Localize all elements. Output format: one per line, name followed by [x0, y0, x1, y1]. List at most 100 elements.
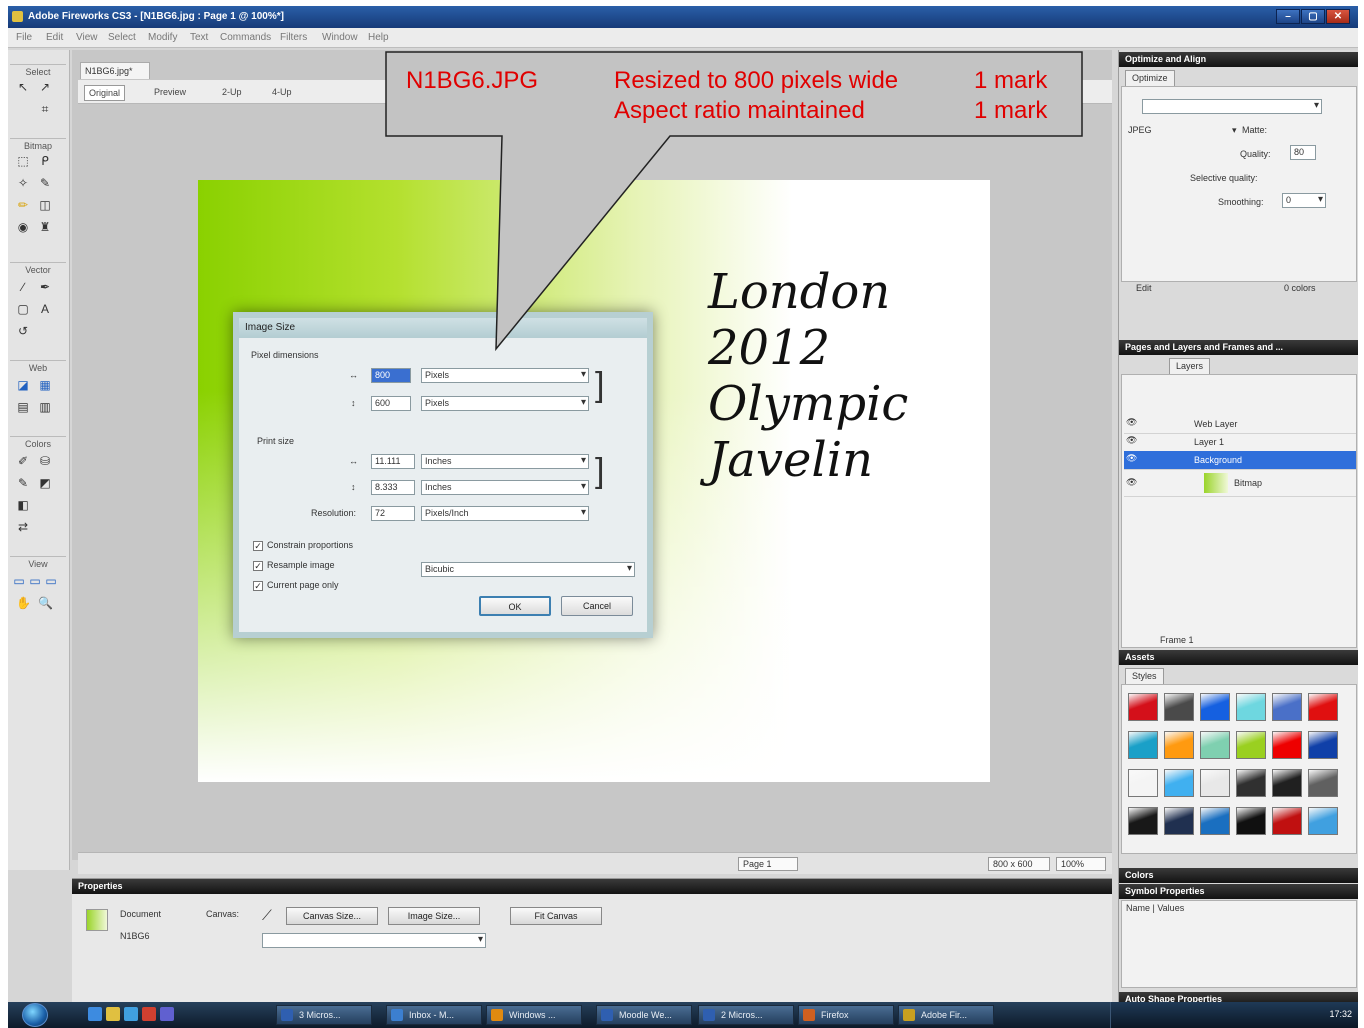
style-swatch[interactable]	[1200, 731, 1230, 759]
taskbar-task[interactable]: Inbox - M...	[386, 1005, 482, 1025]
fireworks-window: Adobe Fireworks CS3 - [N1BG6.jpg : Page …	[8, 6, 1358, 1028]
style-swatch[interactable]	[1200, 807, 1230, 835]
colors-count: 0 colors	[1284, 283, 1316, 293]
tab-layers[interactable]: Layers	[1169, 358, 1211, 374]
style-swatch[interactable]	[1272, 731, 1302, 759]
task-app-icon	[601, 1009, 613, 1021]
image-size-button[interactable]: Image Size...	[388, 907, 480, 925]
taskbar-task[interactable]: Windows ...	[486, 1005, 582, 1025]
windows-taskbar: 3 Micros... Inbox - M... Windows ... Moodle…	[8, 1002, 1358, 1028]
canvas-size-button[interactable]: Canvas Size...	[286, 907, 378, 925]
task-label: Firefox	[821, 1010, 849, 1020]
layers-panel-body: Web Layer Layer 1 Background Bitmap 👁 👁 …	[1121, 374, 1357, 648]
task-label: 2 Micros...	[721, 1010, 763, 1020]
smoothing-label: Smoothing:	[1218, 197, 1264, 207]
system-tray: 17:32	[1110, 1002, 1358, 1028]
right-panel-dock: Optimize and Align Optimize JPEG ▾ Matte…	[1118, 50, 1358, 1028]
layer-row-background[interactable]: Background	[1124, 451, 1356, 470]
eye-icon[interactable]: 👁	[1126, 417, 1137, 428]
document-label: Document	[120, 909, 162, 919]
style-swatch[interactable]	[1272, 693, 1302, 721]
quick-launch-icon[interactable]	[106, 1007, 120, 1021]
taskbar-task[interactable]: 2 Micros...	[698, 1005, 794, 1025]
callout-line-1: Resized to 800 pixels wide	[614, 67, 899, 94]
quick-launch-icon[interactable]	[124, 1007, 138, 1021]
task-label: Inbox - M...	[409, 1010, 455, 1020]
optimize-panel-header[interactable]: Optimize and Align	[1119, 52, 1358, 67]
canvas-color-icon[interactable]: ⟋	[262, 907, 272, 924]
task-label: 3 Micros...	[299, 1010, 341, 1020]
taskbar-task[interactable]: Adobe Fir...	[898, 1005, 994, 1025]
symbol-columns-header: Name | Values	[1126, 903, 1185, 913]
style-swatch[interactable]	[1164, 807, 1194, 835]
taskbar-task[interactable]: Moodle We...	[596, 1005, 692, 1025]
optimize-panel-body: JPEG ▾ Matte: Quality: 80 Selective qual…	[1121, 86, 1357, 293]
task-label: Adobe Fir...	[921, 1010, 968, 1020]
document-thumbnail	[86, 909, 108, 931]
layer-row-web[interactable]: Web Layer	[1124, 415, 1356, 434]
optimize-preset-select[interactable]	[1142, 99, 1322, 114]
style-swatch[interactable]	[1128, 731, 1158, 759]
format-dropdown-icon[interactable]: ▾	[1232, 125, 1237, 136]
task-label: Windows ...	[509, 1010, 556, 1020]
taskbar-task[interactable]: 3 Micros...	[276, 1005, 372, 1025]
task-app-icon	[391, 1009, 403, 1021]
task-app-icon	[903, 1009, 915, 1021]
clock[interactable]: 17:32	[1329, 1009, 1352, 1019]
eye-icon[interactable]: 👁	[1126, 453, 1137, 464]
taskbar-task[interactable]: Firefox	[798, 1005, 894, 1025]
smoothing-select[interactable]: 0	[1282, 193, 1326, 208]
assets-panel-header[interactable]: Assets	[1119, 650, 1358, 665]
layer-row-bitmap[interactable]: Bitmap	[1124, 471, 1356, 497]
style-swatch[interactable]	[1236, 807, 1266, 835]
quick-launch-icon[interactable]	[160, 1007, 174, 1021]
style-swatch[interactable]	[1164, 693, 1194, 721]
frame-label[interactable]: Frame 1	[1160, 635, 1194, 645]
fit-canvas-button[interactable]: Fit Canvas	[510, 907, 602, 925]
task-app-icon	[803, 1009, 815, 1021]
style-swatch[interactable]	[1308, 693, 1338, 721]
tab-optimize[interactable]: Optimize	[1125, 70, 1175, 86]
edit-label: Edit	[1136, 283, 1152, 293]
quick-launch-icon[interactable]	[88, 1007, 102, 1021]
eye-icon[interactable]: 👁	[1126, 477, 1137, 488]
style-swatch[interactable]	[1272, 769, 1302, 797]
quick-launch-icon[interactable]	[142, 1007, 156, 1021]
style-swatch[interactable]	[1272, 807, 1302, 835]
tab-styles[interactable]: Styles	[1125, 668, 1164, 684]
style-swatch[interactable]	[1164, 731, 1194, 759]
canvas-color-select[interactable]	[262, 933, 486, 948]
task-app-icon	[703, 1009, 715, 1021]
properties-header[interactable]: Properties	[72, 879, 1112, 894]
style-swatch[interactable]	[1236, 693, 1266, 721]
style-swatch[interactable]	[1128, 807, 1158, 835]
document-name: N1BG6	[120, 931, 150, 941]
style-swatch[interactable]	[1128, 769, 1158, 797]
selective-quality-label: Selective quality:	[1190, 173, 1258, 183]
colors-panel-header[interactable]: Colors	[1119, 868, 1358, 883]
style-swatch[interactable]	[1200, 693, 1230, 721]
style-swatch[interactable]	[1236, 731, 1266, 759]
task-app-icon	[281, 1009, 293, 1021]
bitmap-thumbnail	[1204, 473, 1228, 493]
style-swatch[interactable]	[1308, 731, 1338, 759]
style-swatch[interactable]	[1308, 807, 1338, 835]
style-swatch[interactable]	[1128, 693, 1158, 721]
symbol-properties-header[interactable]: Symbol Properties	[1119, 884, 1358, 899]
eye-icon[interactable]: 👁	[1126, 435, 1137, 446]
format-value[interactable]: JPEG	[1128, 125, 1152, 135]
layers-panel-header[interactable]: Pages and Layers and Frames and ...	[1119, 340, 1358, 355]
style-swatch[interactable]	[1164, 769, 1194, 797]
task-app-icon	[491, 1009, 503, 1021]
style-swatch[interactable]	[1236, 769, 1266, 797]
callout-mark-1: 1 mark	[974, 67, 1048, 94]
style-swatch[interactable]	[1308, 769, 1338, 797]
symbol-properties-body: Name | Values	[1121, 900, 1357, 988]
canvas-label: Canvas:	[206, 909, 240, 919]
start-button[interactable]	[22, 1003, 48, 1027]
layer-row-layer1[interactable]: Layer 1	[1124, 433, 1356, 452]
styles-panel-body	[1121, 684, 1357, 854]
quality-input[interactable]: 80	[1290, 145, 1316, 160]
callout-mark-2: 1 mark	[974, 97, 1048, 124]
style-swatch[interactable]	[1200, 769, 1230, 797]
